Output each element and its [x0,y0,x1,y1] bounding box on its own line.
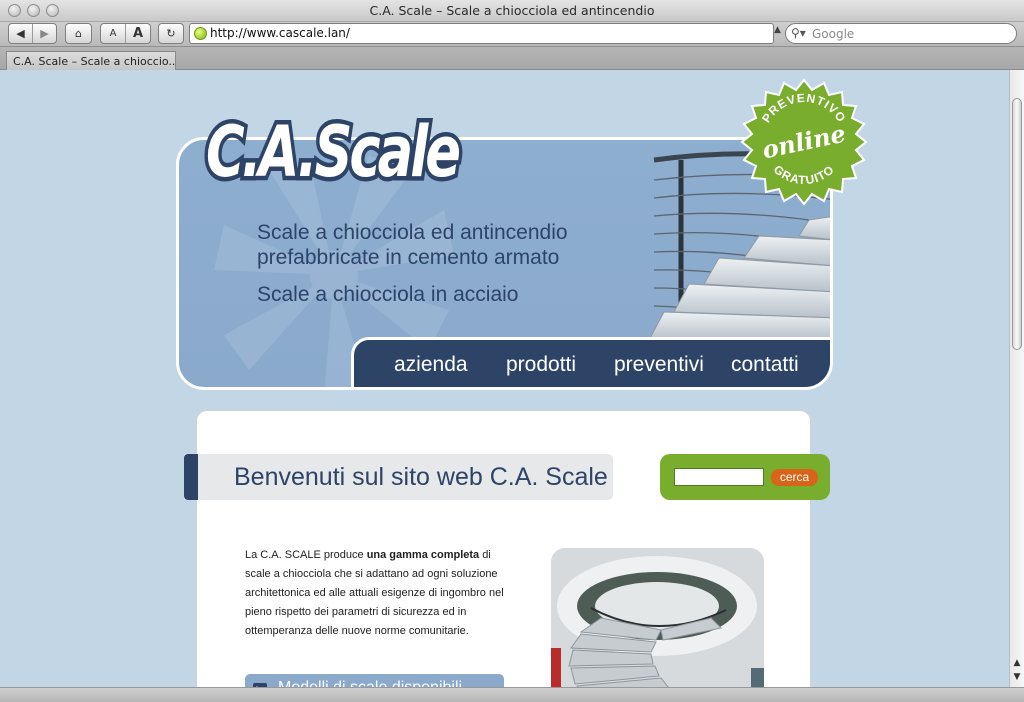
nav-preventivi[interactable]: preventivi [614,353,704,377]
models-available-label: Modelli di scale disponibili [278,679,462,687]
welcome-heading-box: Benvenuti sul sito web C.A. Scale [184,454,613,500]
tagline-line-1: Scale a chiocciola ed antincendio [257,221,568,244]
browser-toolbar: ◀ ▶ ⌂ A A ↻ http://www.cascale.lan/ ▲ ⚲▾… [0,22,1024,46]
reload-icon: ↻ [166,27,176,40]
back-arrow-icon[interactable]: ◀ [9,27,32,40]
main-nav: azienda prodotti preventivi contatti [351,337,830,387]
site-status-icon [194,27,207,40]
page-viewport: Scale a chiocciola ed antincendio prefab… [0,70,1009,687]
tagline-line-3: Scale a chiocciola in acciaio [257,283,519,306]
welcome-accent-bar [184,454,198,500]
nav-azienda[interactable]: azienda [394,353,468,377]
tab-cascale[interactable]: C.A. Scale – Scale a chioccio... [6,51,176,70]
cascale-logo[interactable]: C.A.Scale [200,84,466,199]
spiral-staircase-photo [551,548,764,687]
search-field[interactable]: ⚲▾ Google [785,23,1017,44]
scroll-down-icon[interactable]: ▼ [1010,672,1024,686]
home-button[interactable]: ⌂ [65,23,92,44]
search-icon[interactable]: ⚲▾ [791,26,806,40]
intro-suffix: di scale a chiocciola che si adattano ad… [245,549,504,637]
address-bar[interactable]: http://www.cascale.lan/ [189,23,774,44]
address-history-icon[interactable]: ▲ [774,25,781,35]
window-titlebar: C.A. Scale – Scale a chiocciola ed antin… [0,0,1024,22]
home-icon: ⌂ [75,27,82,40]
address-text[interactable]: http://www.cascale.lan/ [210,26,350,40]
text-bigger-button[interactable]: A [126,26,150,41]
search-placeholder: Google [812,27,855,41]
models-available-link[interactable]: ▶ Modelli di scale disponibili [245,674,504,687]
window-title: C.A. Scale – Scale a chiocciola ed antin… [369,3,655,18]
forward-arrow-icon[interactable]: ▶ [33,27,56,40]
tab-bar: C.A. Scale – Scale a chioccio... [0,46,1024,70]
tagline-line-2: prefabbricate in cemento armato [257,246,560,269]
scroll-up-icon[interactable]: ▲ [1010,658,1024,672]
status-bar [0,687,1024,702]
site-search-input[interactable] [674,468,764,486]
nav-contatti[interactable]: contatti [731,353,799,377]
reload-button[interactable]: ↻ [158,23,184,44]
back-forward-buttons[interactable]: ◀ ▶ [8,23,57,44]
site-search-button[interactable]: cerca [771,469,818,486]
scrollbar-thumb[interactable] [1012,98,1022,350]
intro-bold: una gamma completa [366,549,480,561]
nav-prodotti[interactable]: prodotti [506,353,576,377]
preventivo-online-badge[interactable]: PREVENTIVO online GRATUITO [740,78,868,206]
intro-paragraph: La C.A. SCALE produce una gamma completa… [245,546,515,641]
welcome-heading: Benvenuti sul sito web C.A. Scale [234,463,608,491]
intro-prefix: La C.A. SCALE produce [245,549,367,561]
logo-text: C.A.Scale [206,111,459,193]
text-smaller-button[interactable]: A [101,28,125,39]
text-size-buttons[interactable]: A A [100,23,151,44]
vertical-scrollbar[interactable]: ▲ ▼ [1009,70,1024,687]
site-search: cerca [660,454,830,500]
